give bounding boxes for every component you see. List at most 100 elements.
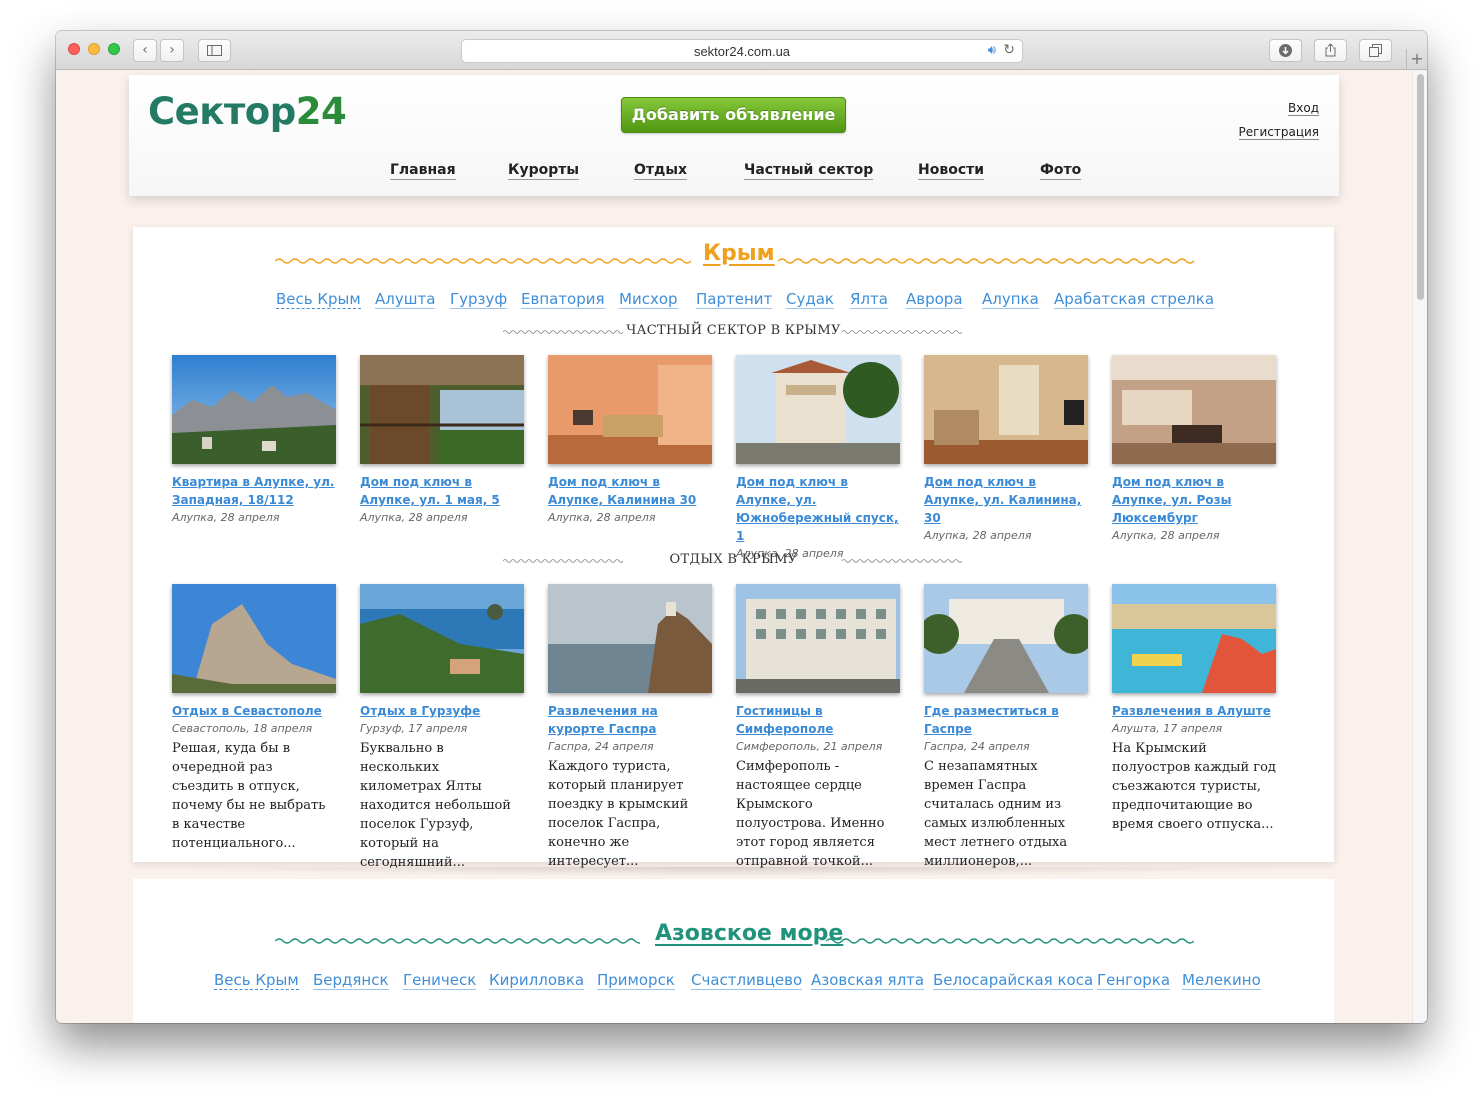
azov-city-links: Весь Крым Бердянск Геническ Кирилловка П… [133, 971, 1334, 993]
article-meta: Севастополь, 18 апреля [172, 722, 313, 735]
article-meta: Симферополь, 21 апреля [736, 740, 883, 753]
listing-title-link[interactable]: Дом под ключ в Алупке, ул. Розы Люксембу… [1112, 473, 1276, 527]
crimea-title[interactable]: Крым [703, 241, 775, 266]
city-link-yalta[interactable]: Ялта [850, 290, 888, 309]
article-photo[interactable] [360, 584, 524, 693]
azov-link-melekino[interactable]: Мелекино [1182, 971, 1261, 990]
listing-meta: Алупка, 28 апреля [548, 511, 656, 524]
article-title-link[interactable]: Отдых в Гурзуфе [360, 702, 524, 720]
azov-title[interactable]: Азовское море [655, 921, 843, 946]
article-excerpt: Буквально в нескольких километрах Ялты н… [360, 741, 511, 870]
nav-news[interactable]: Новости [918, 161, 985, 180]
zoom-window-button[interactable] [108, 43, 120, 55]
azov-section: Азовское море Весь Крым Бердянск Геничес… [133, 879, 1334, 1023]
new-tab-button[interactable]: + [1406, 49, 1427, 70]
city-link-evpatoria[interactable]: Евпатория [521, 290, 605, 309]
url-text: sektor24.com.ua [693, 44, 791, 59]
rest-article-6: Развлечения в Алуште Алушта, 17 апреля Н… [1112, 584, 1276, 834]
site-logo[interactable]: Сектор24 [148, 90, 347, 133]
forward-button[interactable]: › [160, 39, 184, 62]
listing-meta: Алупка, 28 апреля [1112, 529, 1220, 542]
browser-window: ‹ › sektor24.com.ua 🔊︎ ↻ + Сектор24 Доба… [56, 31, 1427, 1023]
city-link-sudak[interactable]: Судак [786, 290, 834, 309]
minimize-window-button[interactable] [88, 43, 100, 55]
nav-private-sector[interactable]: Частный сектор [744, 161, 874, 180]
chevron-left-icon: ‹ [142, 42, 148, 58]
azov-link-belosaray[interactable]: Белосарайская коса [933, 971, 1094, 990]
wave-divider-right [778, 258, 1195, 264]
site-header: Сектор24 Добавить объявление Вход Регист… [129, 75, 1339, 196]
article-title-link[interactable]: Где разместиться в Гаспре [924, 702, 1088, 738]
nav-resorts[interactable]: Курорты [508, 161, 580, 180]
add-listing-button[interactable]: Добавить объявление [621, 97, 846, 133]
article-photo[interactable] [736, 584, 900, 693]
back-button[interactable]: ‹ [133, 39, 157, 62]
listing-photo[interactable] [924, 355, 1088, 464]
listing-title-link[interactable]: Дом под ключ в Алупке, ул. 1 мая, 5 [360, 473, 524, 509]
speaker-icon[interactable]: 🔊︎ [988, 43, 996, 58]
city-link-avrora[interactable]: Аврора [906, 290, 963, 309]
browser-toolbar: ‹ › sektor24.com.ua 🔊︎ ↻ + [56, 31, 1427, 70]
downloads-button[interactable] [1269, 39, 1302, 62]
sidebar-button[interactable] [198, 39, 231, 62]
chevron-right-icon: › [169, 42, 175, 58]
listing-title-link[interactable]: Квартира в Алупке, ул. Западная, 18/112 [172, 473, 336, 509]
listing-photo[interactable] [736, 355, 900, 464]
listing-title-link[interactable]: Дом под ключ в Алупке, Калинина 30 [548, 473, 712, 509]
azov-link-schastlivtsevo[interactable]: Счастливцево [691, 971, 803, 990]
city-link-arabat[interactable]: Арабатская стрелка [1054, 290, 1215, 309]
private-listing-5: Дом под ключ в Алупке, ул. Калинина, 30 … [924, 355, 1088, 545]
listing-title-link[interactable]: Дом под ключ в Алупке, ул. Южнобережный … [736, 473, 900, 545]
nav-rest[interactable]: Отдых [634, 161, 688, 180]
scrollbar-thumb[interactable] [1417, 74, 1424, 300]
article-meta: Гаспра, 24 апреля [924, 740, 1030, 753]
city-link-alupka[interactable]: Алупка [982, 290, 1039, 309]
wave-divider-left [275, 258, 692, 264]
tabs-overview-button[interactable] [1359, 39, 1392, 62]
listing-photo[interactable] [548, 355, 712, 464]
page-scrollbar[interactable] [1412, 71, 1427, 1023]
azov-link-primorsk[interactable]: Приморск [597, 971, 675, 990]
article-title-link[interactable]: Отдых в Севастополе [172, 702, 336, 720]
close-window-button[interactable] [68, 43, 80, 55]
reload-icon[interactable]: ↻ [1003, 42, 1015, 58]
nav-home[interactable]: Главная [390, 161, 456, 180]
article-title-link[interactable]: Гостиницы в Симферополе [736, 702, 900, 738]
listing-meta: Алупка, 28 апреля [924, 529, 1032, 542]
share-button[interactable] [1314, 39, 1347, 62]
listing-photo[interactable] [172, 355, 336, 464]
article-photo[interactable] [172, 584, 336, 693]
city-link-alushta[interactable]: Алушта [375, 290, 436, 309]
register-link[interactable]: Регистрация [1238, 125, 1319, 140]
rest-heading: ОТДЫХ В КРЫМУ [133, 552, 1334, 570]
article-photo[interactable] [924, 584, 1088, 693]
address-bar[interactable]: sektor24.com.ua 🔊︎ ↻ [461, 39, 1023, 63]
city-link-all-crimea[interactable]: Весь Крым [276, 290, 361, 309]
wave-divider-right [826, 938, 1194, 944]
city-link-miskhor[interactable]: Мисхор [619, 290, 678, 309]
nav-photo[interactable]: Фото [1040, 161, 1082, 180]
rest-article-5: Где разместиться в Гаспре Гаспра, 24 апр… [924, 584, 1088, 871]
rest-article-4: Гостиницы в Симферополе Симферополь, 21 … [736, 584, 900, 871]
article-photo[interactable] [1112, 584, 1276, 693]
login-link[interactable]: Вход [1288, 101, 1319, 116]
listing-photo[interactable] [1112, 355, 1276, 464]
azov-link-kirillovka[interactable]: Кирилловка [489, 971, 585, 990]
small-wave-right [842, 559, 963, 563]
rest-heading-text: ОТДЫХ В КРЫМУ [669, 552, 798, 567]
article-photo[interactable] [548, 584, 712, 693]
azov-link-gengorka[interactable]: Генгорка [1097, 971, 1171, 990]
share-icon [1325, 43, 1336, 57]
azov-link-berdyansk[interactable]: Бердянск [313, 971, 389, 990]
azov-link-genichesk[interactable]: Геническ [403, 971, 477, 990]
azov-link-azov-yalta[interactable]: Азовская ялта [811, 971, 925, 990]
city-link-partenit[interactable]: Партенит [696, 290, 773, 309]
private-listing-1: Квартира в Алупке, ул. Западная, 18/112 … [172, 355, 336, 527]
listing-photo[interactable] [360, 355, 524, 464]
article-title-link[interactable]: Развлечения на курорте Гаспра [548, 702, 712, 738]
azov-link-all[interactable]: Весь Крым [214, 971, 299, 990]
article-title-link[interactable]: Развлечения в Алуште [1112, 702, 1276, 720]
city-link-gurzuf[interactable]: Гурзуф [450, 290, 508, 309]
crimea-city-links: Весь Крым Алушта Гурзуф Евпатория Мисхор… [133, 290, 1334, 312]
listing-title-link[interactable]: Дом под ключ в Алупке, ул. Калинина, 30 [924, 473, 1088, 527]
